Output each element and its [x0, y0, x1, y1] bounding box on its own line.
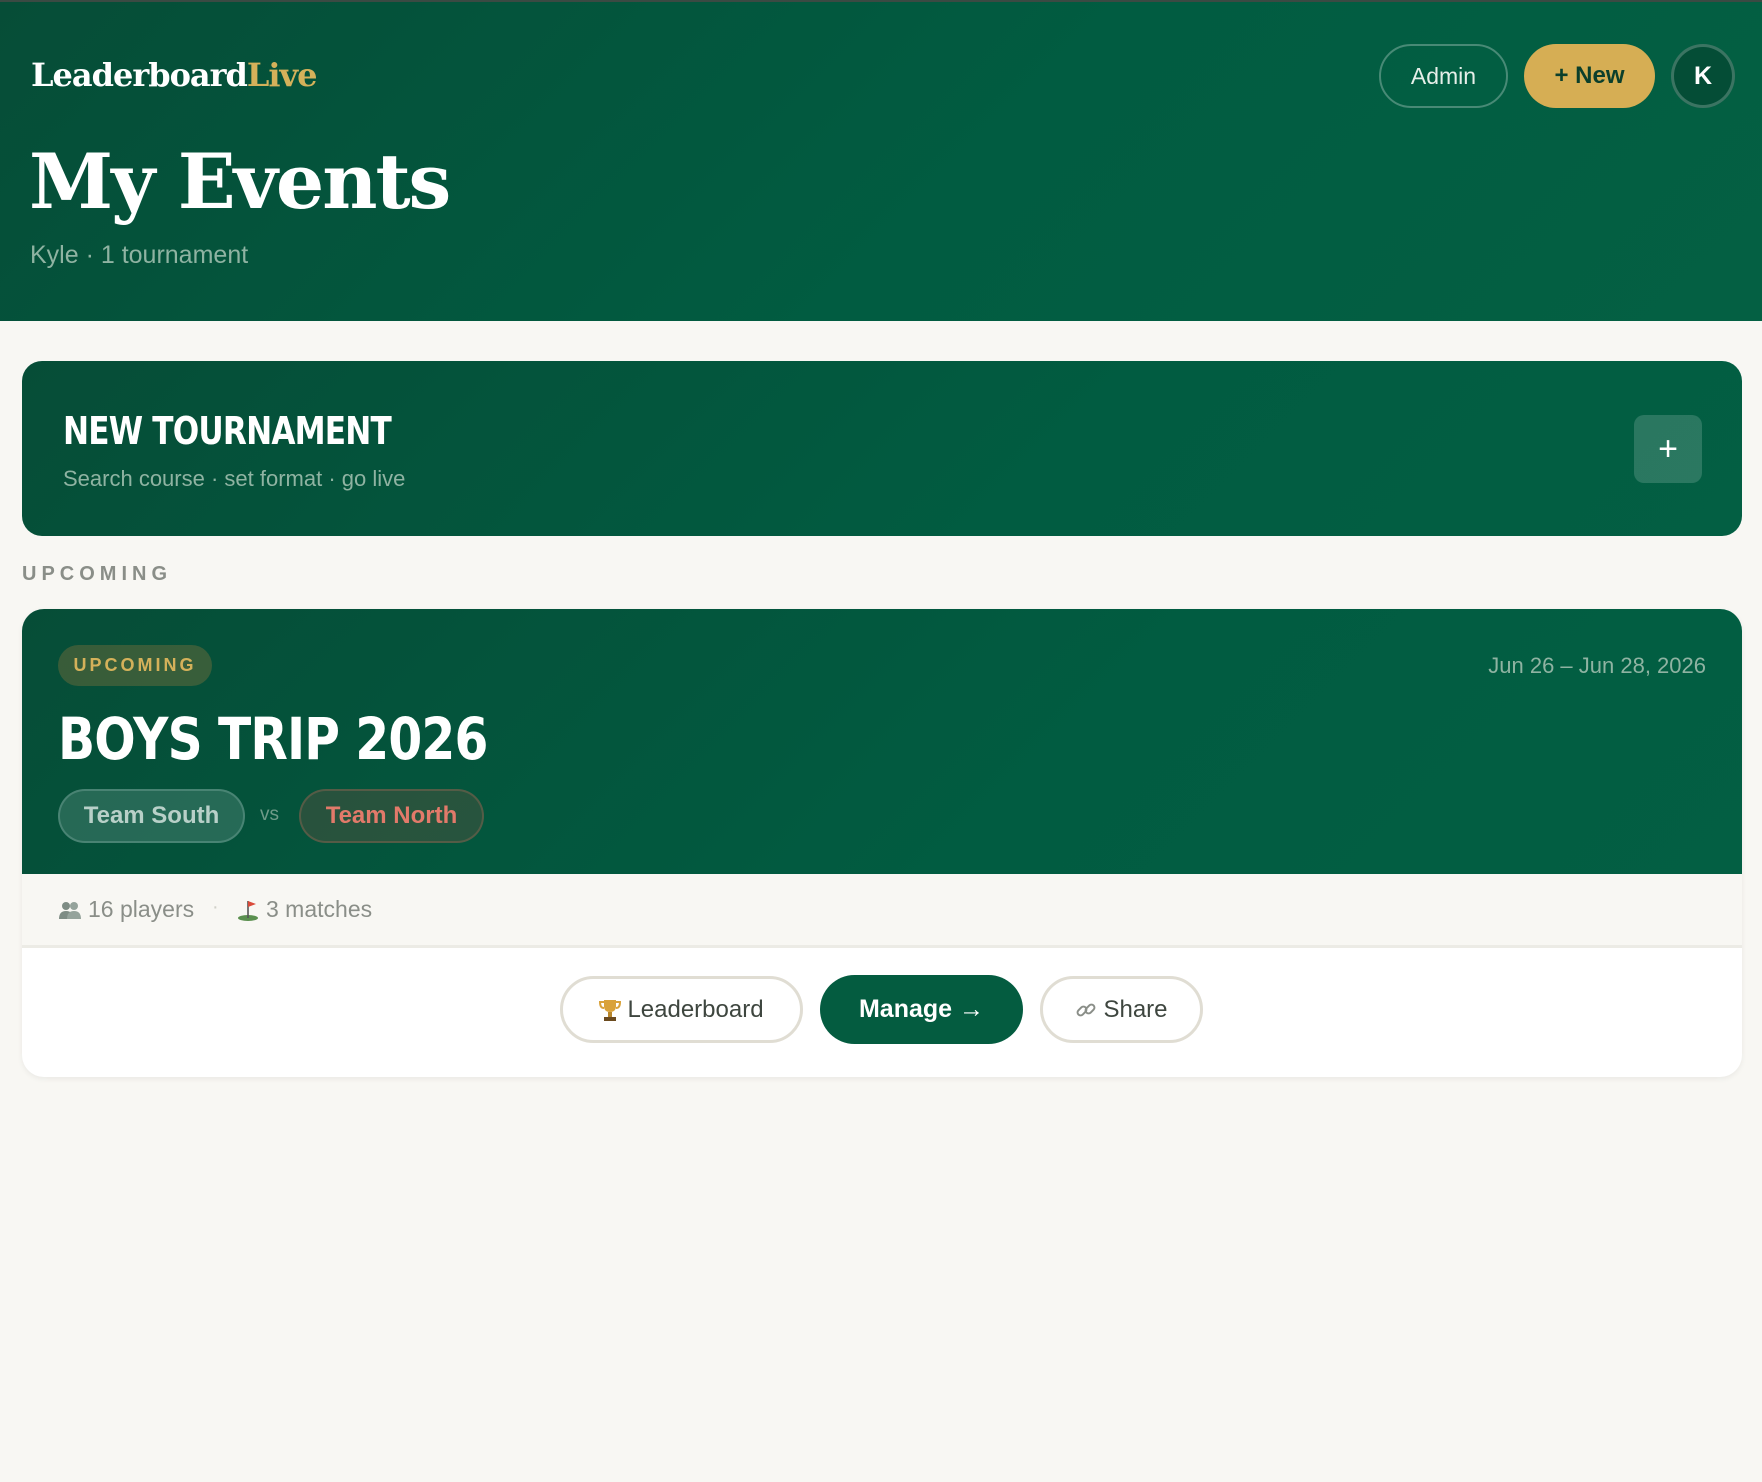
add-tournament-button[interactable]: +: [1634, 415, 1702, 483]
new-tournament-title: NEW TOURNAMENT: [63, 409, 392, 453]
link-icon: [1077, 1003, 1096, 1016]
plus-icon: +: [1658, 429, 1678, 468]
manage-button[interactable]: Manage →: [820, 975, 1023, 1044]
page-subtitle: Kyle · 1 tournament: [30, 241, 249, 269]
page-title: My Events: [29, 137, 451, 226]
team-north-chip: Team North: [299, 789, 484, 843]
new-tournament-subtitle: Search course · set format · go live: [63, 466, 406, 491]
new-tournament-card[interactable]: NEW TOURNAMENT Search course · set forma…: [22, 361, 1742, 536]
header-hero: LeaderboardLive Admin + New K My Events …: [0, 0, 1762, 321]
share-label: Share: [1103, 995, 1168, 1023]
brand-logo[interactable]: LeaderboardLive: [31, 56, 318, 94]
players-count: 16 players: [58, 896, 194, 923]
leaderboard-label: Leaderboard: [627, 995, 764, 1023]
event-title: BOYS TRIP 2026: [58, 705, 488, 773]
meta-separator: ·: [212, 896, 219, 918]
event-card-header[interactable]: UPCOMING Jun 26 – Jun 28, 2026 BOYS TRIP…: [22, 609, 1742, 874]
share-button[interactable]: Share: [1040, 976, 1203, 1043]
event-dates: Jun 26 – Jun 28, 2026: [1488, 653, 1706, 678]
brand-main: Leaderboard: [31, 56, 248, 94]
golf-flag-icon: [238, 900, 258, 921]
team-south-chip: Team South: [58, 789, 245, 843]
trophy-icon: [599, 999, 622, 1021]
players-label: 16 players: [88, 896, 195, 922]
admin-button[interactable]: Admin: [1379, 44, 1508, 108]
brand-accent: Live: [246, 56, 318, 94]
status-badge: UPCOMING: [58, 645, 212, 686]
new-event-button[interactable]: + New: [1524, 44, 1655, 108]
vs-label: vs: [260, 804, 279, 825]
avatar[interactable]: K: [1671, 44, 1735, 108]
matches-label: 3 matches: [266, 896, 373, 922]
event-card: UPCOMING Jun 26 – Jun 28, 2026 BOYS TRIP…: [22, 609, 1742, 1077]
players-icon: [59, 901, 81, 919]
section-label-upcoming: UPCOMING: [22, 563, 172, 585]
event-meta-row: 16 players · 3 matches: [22, 874, 1742, 948]
matches-count: 3 matches: [236, 896, 372, 923]
leaderboard-button[interactable]: Leaderboard: [560, 976, 803, 1043]
